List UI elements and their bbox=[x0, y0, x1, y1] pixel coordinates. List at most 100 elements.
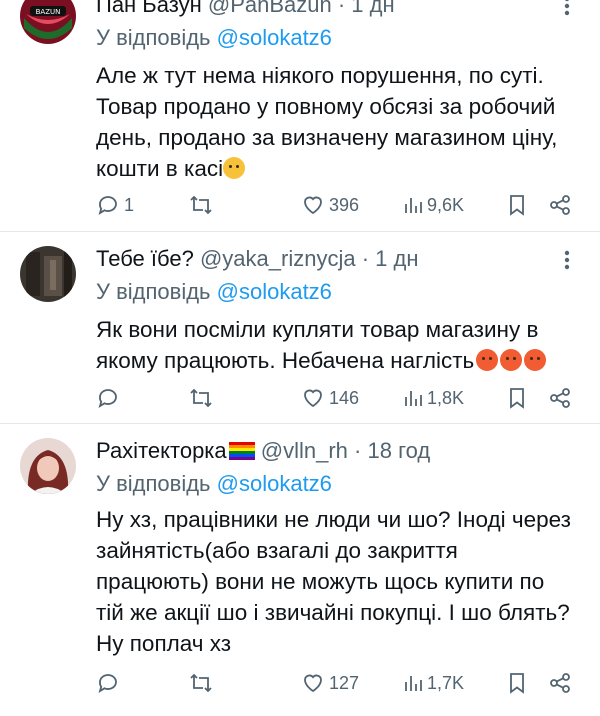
views-icon bbox=[405, 391, 422, 406]
text-line: зайнятість(або взагалі до закриття bbox=[96, 538, 458, 563]
tweet[interactable]: Рахітекторка @vlln_rh · 18 год У відпові… bbox=[0, 424, 600, 716]
repost-icon bbox=[190, 195, 212, 215]
author-name[interactable]: Тебе їбе? bbox=[96, 246, 194, 271]
like-icon bbox=[304, 389, 322, 408]
text-line: день, продано за визначену магазином цін… bbox=[96, 125, 558, 150]
text-line: Але ж тут нема ніякого порушення, по сут… bbox=[96, 63, 544, 88]
views-count: 1,8K bbox=[427, 387, 465, 408]
bookmark-icon bbox=[510, 195, 524, 216]
text-line: працюють) вони не можуть щось купити по bbox=[96, 569, 545, 594]
like-button[interactable]: 127 bbox=[301, 669, 359, 697]
reply-count: 1 bbox=[124, 194, 135, 215]
svg-text:BAZUN: BAZUN bbox=[36, 8, 61, 16]
action-bar: 146 1,8K bbox=[96, 384, 572, 412]
tweet[interactable]: BAZUN Пан Базун @PanBazun · 1 дн У відпо… bbox=[0, 0, 600, 232]
views-button[interactable]: 1,7K bbox=[403, 669, 464, 697]
reply-prefix: У відповідь bbox=[96, 25, 217, 50]
author-name[interactable]: Рахітекторка bbox=[96, 438, 255, 463]
reply-icon bbox=[98, 196, 117, 215]
tweet-header: Тебе їбе? @yaka_riznycja · 1 дн bbox=[96, 246, 419, 272]
tweet-header: Пан Базун @PanBazun · 1 дн bbox=[96, 0, 395, 18]
like-icon bbox=[304, 674, 322, 693]
reply-mention-link[interactable]: @solokatz6 bbox=[217, 25, 332, 50]
author-handle[interactable]: @vlln_rh bbox=[261, 438, 348, 463]
views-icon bbox=[405, 198, 422, 213]
more-options-button[interactable] bbox=[554, 0, 580, 19]
repost-icon bbox=[190, 673, 212, 693]
views-button[interactable]: 1,8K bbox=[403, 384, 464, 412]
reply-context: У відповідь @solokatz6 bbox=[96, 471, 332, 497]
bookmark-icon bbox=[510, 388, 524, 409]
tweet-text: Ну хз, працівники не люди чи шо? Іноді ч… bbox=[96, 504, 588, 659]
reply-feed: BAZUN Пан Базун @PanBazun · 1 дн У відпо… bbox=[0, 0, 600, 716]
views-count: 1,7K bbox=[427, 672, 465, 693]
author-handle[interactable]: @yaka_riznycja bbox=[200, 246, 356, 271]
author-name[interactable]: Пан Базун bbox=[96, 0, 202, 17]
text-line: тій же акції шо і звичайні покупці. І шо… bbox=[96, 600, 570, 625]
action-bar: 1 396 9,6K bbox=[96, 191, 572, 219]
reply-button[interactable] bbox=[96, 669, 124, 697]
text-line: Ну хз, працівники не люди чи шо? Іноді ч… bbox=[96, 507, 571, 532]
timestamp[interactable]: 18 год bbox=[368, 438, 431, 463]
repost-button[interactable] bbox=[188, 669, 218, 697]
views-count: 9,6K bbox=[427, 194, 465, 215]
share-icon bbox=[550, 388, 570, 408]
reply-mention-link[interactable]: @solokatz6 bbox=[217, 471, 332, 496]
avatar[interactable] bbox=[20, 246, 76, 302]
text-line: Ну поплач хз bbox=[96, 631, 232, 656]
more-options-button[interactable] bbox=[554, 247, 580, 273]
share-button[interactable] bbox=[548, 384, 572, 412]
reply-prefix: У відповідь bbox=[96, 471, 217, 496]
timestamp[interactable]: 1 дн bbox=[351, 0, 394, 17]
reply-prefix: У відповідь bbox=[96, 279, 217, 304]
repost-icon bbox=[190, 388, 212, 408]
tweet-header: Рахітекторка @vlln_rh · 18 год bbox=[96, 438, 430, 464]
reply-button[interactable] bbox=[96, 384, 124, 412]
repost-button[interactable] bbox=[188, 191, 218, 219]
bookmark-button[interactable] bbox=[506, 384, 528, 412]
repost-button[interactable] bbox=[188, 384, 218, 412]
text-line: якому працюють. Небачена наглість bbox=[96, 348, 475, 373]
reply-context: У відповідь @solokatz6 bbox=[96, 279, 332, 305]
share-button[interactable] bbox=[548, 669, 572, 697]
action-bar: 127 1,7K bbox=[96, 669, 572, 697]
avatar[interactable]: BAZUN bbox=[20, 0, 76, 44]
author-handle[interactable]: @PanBazun bbox=[208, 0, 332, 17]
more-icon bbox=[564, 250, 570, 270]
tweet[interactable]: Тебе їбе? @yaka_riznycja · 1 дн У відпов… bbox=[0, 232, 600, 424]
views-button[interactable]: 9,6K bbox=[403, 191, 464, 219]
angry-face-emoji bbox=[476, 349, 499, 371]
share-icon bbox=[550, 195, 570, 215]
thinking-face-emoji bbox=[223, 157, 246, 179]
more-icon bbox=[564, 0, 570, 16]
rainbow-flag-icon bbox=[228, 442, 255, 460]
bookmark-button[interactable] bbox=[506, 191, 528, 219]
reply-icon bbox=[98, 389, 117, 408]
reply-icon bbox=[98, 674, 117, 693]
bookmark-button[interactable] bbox=[506, 669, 528, 697]
like-icon bbox=[304, 196, 322, 215]
reply-mention-link[interactable]: @solokatz6 bbox=[217, 279, 332, 304]
like-count: 127 bbox=[329, 672, 360, 693]
like-button[interactable]: 146 bbox=[301, 384, 359, 412]
share-icon bbox=[550, 673, 570, 693]
share-button[interactable] bbox=[548, 191, 572, 219]
angry-face-emoji bbox=[524, 349, 547, 371]
angry-face-emoji bbox=[500, 349, 523, 371]
timestamp[interactable]: 1 дн bbox=[375, 246, 418, 271]
reply-button[interactable]: 1 bbox=[96, 191, 134, 219]
like-button[interactable]: 396 bbox=[301, 191, 359, 219]
text-line: Як вони посміли купляти товар магазину в bbox=[96, 317, 539, 342]
separator-dot: · bbox=[354, 438, 362, 463]
separator-dot: · bbox=[361, 246, 370, 271]
views-icon bbox=[405, 676, 422, 691]
avatar[interactable] bbox=[20, 438, 76, 494]
text-line: Товар продано у повному обсязі за робочи… bbox=[96, 94, 556, 119]
tweet-text: Як вони посміли купляти товар магазину в… bbox=[96, 314, 588, 376]
bookmark-icon bbox=[510, 673, 524, 694]
like-count: 146 bbox=[329, 387, 360, 408]
separator-dot: · bbox=[337, 0, 346, 17]
like-count: 396 bbox=[329, 194, 360, 215]
tweet-text: Але ж тут нема ніякого порушення, по сут… bbox=[96, 60, 588, 184]
text-line: кошти в касі bbox=[96, 156, 224, 181]
